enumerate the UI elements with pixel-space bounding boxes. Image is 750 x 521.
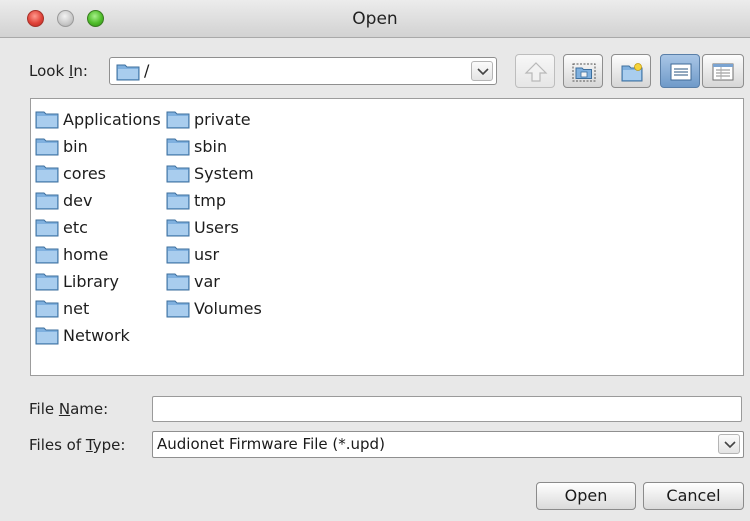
title-bar: Open — [0, 0, 750, 38]
file-list-item-label: Volumes — [194, 298, 262, 318]
folder-icon — [35, 300, 59, 318]
folder-icon — [166, 273, 190, 291]
home-icon — [572, 63, 596, 82]
file-list-item-label: private — [194, 109, 251, 129]
folder-icon — [35, 246, 59, 264]
file-list-item-label: Network — [63, 325, 130, 345]
folder-icon — [35, 111, 59, 129]
folder-icon — [35, 138, 59, 156]
file-list-item[interactable]: bin — [35, 134, 88, 158]
file-type-value: Audionet Firmware File (*.upd) — [157, 435, 385, 453]
folder-icon — [166, 219, 190, 237]
file-list-item[interactable]: home — [35, 242, 108, 266]
folder-icon — [35, 327, 59, 345]
file-list-item-label: cores — [63, 163, 106, 183]
file-list-item[interactable]: tmp — [166, 188, 226, 212]
file-list-item-label: etc — [63, 217, 88, 237]
folder-icon — [35, 219, 59, 237]
file-list-item[interactable]: System — [166, 161, 254, 185]
file-list[interactable]: Applications bin cores dev etc home Library net… — [30, 98, 744, 376]
file-list-item-label: Library — [63, 271, 119, 291]
file-type-combo[interactable]: Audionet Firmware File (*.upd) — [152, 431, 744, 458]
file-list-item[interactable]: sbin — [166, 134, 227, 158]
folder-icon — [166, 165, 190, 183]
file-list-item-label: tmp — [194, 190, 227, 210]
new-folder-icon — [621, 63, 643, 82]
file-list-item[interactable]: Users — [166, 215, 239, 239]
file-list-item-label: Users — [194, 217, 239, 237]
file-list-item[interactable]: dev — [35, 188, 92, 212]
file-name-label: File Name: — [29, 400, 109, 418]
folder-icon — [166, 138, 190, 156]
folder-icon — [166, 111, 190, 129]
file-list-item[interactable]: cores — [35, 161, 106, 185]
chevron-down-icon — [724, 441, 736, 449]
file-list-item[interactable]: usr — [166, 242, 219, 266]
file-list-item-label: net — [63, 298, 90, 318]
look-in-combo[interactable]: / — [109, 57, 497, 85]
file-type-dropdown-arrow[interactable] — [718, 434, 740, 454]
file-list-item-label: var — [194, 271, 220, 291]
up-one-level-button[interactable] — [515, 54, 555, 88]
file-list-item[interactable]: Volumes — [166, 296, 262, 320]
file-type-label: Files of Type: — [29, 436, 126, 454]
list-view-icon — [670, 63, 692, 81]
folder-icon — [166, 300, 190, 318]
new-folder-button[interactable] — [611, 54, 651, 88]
file-list-item-label: dev — [63, 190, 93, 210]
file-list-item-label: bin — [63, 136, 88, 156]
file-list-item[interactable]: var — [166, 269, 220, 293]
folder-icon — [166, 246, 190, 264]
file-list-item-label: home — [63, 244, 109, 264]
file-list-item[interactable]: private — [166, 107, 251, 131]
file-list-item[interactable]: Applications — [35, 107, 161, 131]
file-list-item-label: Applications — [63, 109, 161, 129]
folder-icon — [116, 64, 140, 81]
folder-icon — [35, 192, 59, 210]
window-title: Open — [352, 9, 398, 29]
home-button[interactable] — [563, 54, 603, 88]
chevron-down-icon — [477, 68, 489, 76]
file-list-item-label: sbin — [194, 136, 228, 156]
folder-icon — [35, 273, 59, 291]
open-button[interactable]: Open — [536, 482, 636, 510]
file-list-item-label: System — [194, 163, 254, 183]
file-list-item[interactable]: net — [35, 296, 89, 320]
folder-icon — [166, 192, 190, 210]
folder-icon — [35, 165, 59, 183]
look-in-label: Look In: — [29, 62, 88, 80]
look-in-value: / — [144, 61, 150, 80]
up-one-level-icon — [524, 62, 548, 82]
look-in-dropdown-arrow[interactable] — [471, 61, 493, 81]
list-view-button[interactable] — [660, 54, 700, 88]
file-list-item[interactable]: etc — [35, 215, 88, 239]
file-name-input[interactable] — [152, 396, 742, 422]
file-list-item[interactable]: Library — [35, 269, 119, 293]
cancel-button[interactable]: Cancel — [643, 482, 744, 510]
details-view-icon — [712, 63, 734, 81]
file-list-item[interactable]: Network — [35, 323, 130, 347]
details-view-button[interactable] — [702, 54, 744, 88]
file-list-item-label: usr — [194, 244, 220, 264]
